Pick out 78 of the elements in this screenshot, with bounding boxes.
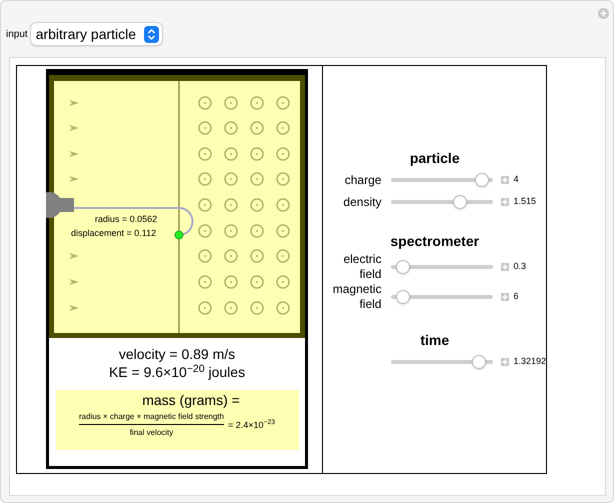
field-circle-icon [250,198,264,212]
field-circle-icon [276,249,290,263]
stepper-icon [144,26,160,42]
field-arrow-icon [69,253,79,259]
field-circle-icon [198,249,212,263]
field-circle-icon [224,224,238,238]
field-circle-icon [198,301,212,315]
field-circle-icon [198,121,212,135]
field-circle-icon [250,224,264,238]
input-label: input [6,28,28,42]
field-circle-icon [250,249,264,263]
field-circle-icon [276,275,290,289]
field-circle-icon [198,224,212,238]
slider-track[interactable] [391,195,494,209]
field-arrow-icon [69,100,79,106]
slider-value: 1.32192 [513,355,546,368]
mass-value: = 2.4×10$^{−23}$ [228,418,275,432]
field-circle-icon [250,172,264,186]
slider-label: density [342,194,382,210]
field-circle-icon [224,198,238,212]
field-circle-icon [250,147,264,161]
slider-label: charge [344,172,382,188]
slider-track[interactable] [391,290,494,304]
slider-value: 4 [513,173,518,186]
slider-track[interactable] [391,260,494,274]
field-circle-icon [198,96,212,110]
field-circle-icon [198,147,212,161]
velocity-text: velocity = 0.89 m/s [118,345,236,363]
expand-icon[interactable] [501,263,510,271]
field-circle-icon [250,96,264,110]
field-circle-icon [198,198,212,212]
slider-value: 0.3 [513,260,526,274]
radius-label: radius = 0.0562 [94,214,158,224]
field-circle-icon [250,301,264,315]
slider-label: magnetic field [332,282,382,312]
slider-value: 6 [513,290,518,304]
field-circle-icon [224,172,238,186]
field-circle-icon [276,301,290,315]
field-arrow-icon [69,279,79,285]
section-title: particle [408,150,461,167]
expand-icon[interactable] [501,176,510,184]
mass-title: mass (grams) = [142,392,240,409]
field-arrow-icon [69,305,79,311]
slider-value: 1.515 [513,195,536,208]
field-circle-icon [224,147,238,161]
field-arrow-icon [69,151,79,157]
field-circle-icon [198,172,212,186]
field-circle-icon [276,172,290,186]
formula-denominator: final velocity [130,427,174,439]
formula-numerator: radius × charge × magnetic field strength [79,412,224,425]
field-circle-icon [250,275,264,289]
field-circle-icon [224,275,238,289]
field-circle-icon [276,96,290,110]
field-circle-icon [250,121,264,135]
particle-source-icon [46,192,74,218]
add-icon[interactable] [598,8,609,19]
field-circle-icon [276,147,290,161]
input-dropdown[interactable]: arbitrary particle [30,23,162,45]
slider-track[interactable] [391,355,494,369]
field-circle-icon [276,198,290,212]
section-title: time [419,332,450,349]
section-title: spectrometer [389,233,480,250]
field-arrow-icon [69,125,79,131]
expand-icon[interactable] [501,293,510,301]
displacement-label: displacement = 0.112 [71,228,156,238]
field-circle-icon [224,249,238,263]
field-arrow-icon [69,176,79,182]
expand-icon[interactable] [501,358,510,366]
field-circle-icon [276,121,290,135]
field-circle-icon [198,275,212,289]
field-circle-icon [224,121,238,135]
particle-dot [174,230,184,240]
slider-track[interactable] [391,173,494,187]
expand-icon[interactable] [501,198,510,206]
field-circle-icon [276,224,290,238]
field-circle-icon [224,96,238,110]
kinetic-energy-text: KE = 9.6×10$^{−20}$ joules [108,363,246,381]
field-circle-icon [224,301,238,315]
